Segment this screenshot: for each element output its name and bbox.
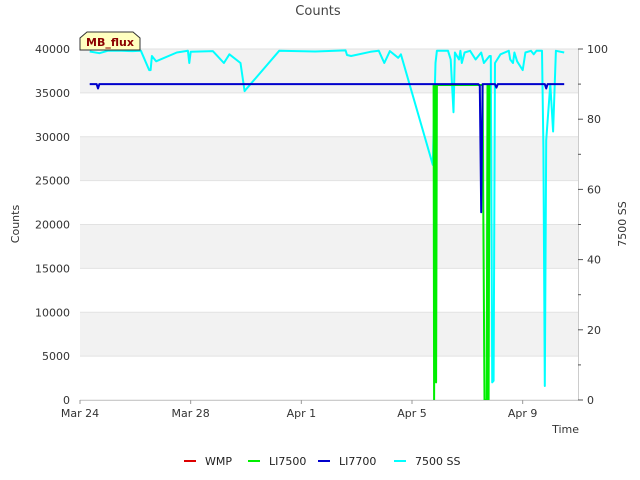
y2-tick-label: 0 — [587, 394, 594, 407]
grid-band — [80, 136, 578, 181]
x-tick-label: Apr 5 — [397, 407, 427, 420]
y-tick-label: 0 — [63, 394, 70, 407]
y2-tick-label: 100 — [587, 43, 608, 56]
y-tick-label: 20000 — [35, 219, 70, 232]
x-tick-label: Apr 1 — [287, 407, 317, 420]
y-tick-label: 30000 — [35, 131, 70, 144]
grid-bands — [80, 49, 578, 357]
legend-label: LI7700 — [339, 455, 376, 468]
grid-band — [80, 224, 578, 269]
y-tick-label: 15000 — [35, 262, 70, 275]
badge-label: MB_flux — [86, 36, 134, 49]
legend: WMP LI7500 LI7700 7500 SS — [184, 455, 460, 468]
grid-band — [80, 49, 578, 93]
y-axis-ticks: 0 5000 10000 15000 20000 25000 30000 35000 40000 — [35, 43, 70, 407]
y2-tick-label: 80 — [587, 113, 601, 126]
y-tick-label: 35000 — [35, 87, 70, 100]
x-tick-label: Mar 28 — [172, 407, 210, 420]
x-axis-ticks: Mar 24 Mar 28 Apr 1 Apr 5 Apr 9 — [61, 400, 538, 420]
y2-tick-label: 20 — [587, 324, 601, 337]
x-axis-title: Time — [551, 423, 579, 436]
y-tick-label: 25000 — [35, 175, 70, 188]
legend-label: 7500 SS — [415, 455, 460, 468]
x-tick-label: Apr 9 — [508, 407, 538, 420]
y-tick-label: 10000 — [35, 306, 70, 319]
mb-flux-badge: MB_flux — [79, 31, 141, 51]
y2-axis-ticks: 0 20 40 60 80 100 — [578, 43, 608, 407]
counts-chart: Mar 24 Mar 28 Apr 1 Apr 5 Apr 9 0 5000 10000 15… — [9, 4, 629, 468]
y2-axis-title: 7500 SS — [616, 201, 629, 246]
x-tick-label: Mar 24 — [61, 407, 99, 420]
y-tick-label: 40000 — [35, 43, 70, 56]
legend-label: LI7500 — [269, 455, 306, 468]
y-tick-label: 5000 — [42, 350, 70, 363]
grid-band — [80, 312, 578, 357]
y-axis-title: Counts — [9, 205, 22, 244]
chart-title: Counts — [295, 4, 341, 19]
y2-tick-label: 40 — [587, 254, 601, 267]
legend-label: WMP — [205, 455, 232, 468]
y2-tick-label: 60 — [587, 183, 601, 196]
